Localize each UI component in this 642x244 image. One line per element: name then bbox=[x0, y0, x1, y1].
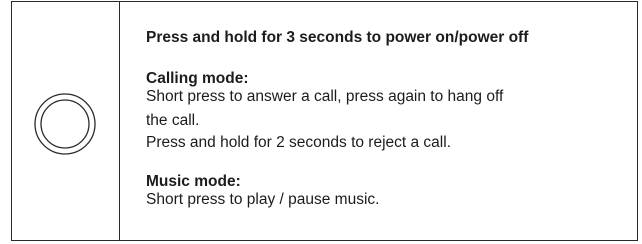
round-button-icon bbox=[34, 93, 96, 155]
icon-cell bbox=[12, 2, 120, 240]
instruction-table: Press and hold for 3 seconds to power on… bbox=[11, 1, 638, 241]
music-mode-line-1: Short press to play / pause music. bbox=[146, 191, 380, 208]
calling-mode-line-2: the call. bbox=[146, 112, 200, 129]
music-mode-heading: Music mode: bbox=[146, 173, 241, 190]
instruction-text-cell: Press and hold for 3 seconds to power on… bbox=[120, 2, 637, 240]
power-instruction: Press and hold for 3 seconds to power on… bbox=[146, 29, 529, 46]
calling-mode-line-1: Short press to answer a call, press agai… bbox=[146, 88, 504, 105]
calling-mode-line-3: Press and hold for 2 seconds to reject a… bbox=[146, 134, 451, 151]
calling-mode-heading: Calling mode: bbox=[146, 70, 249, 87]
